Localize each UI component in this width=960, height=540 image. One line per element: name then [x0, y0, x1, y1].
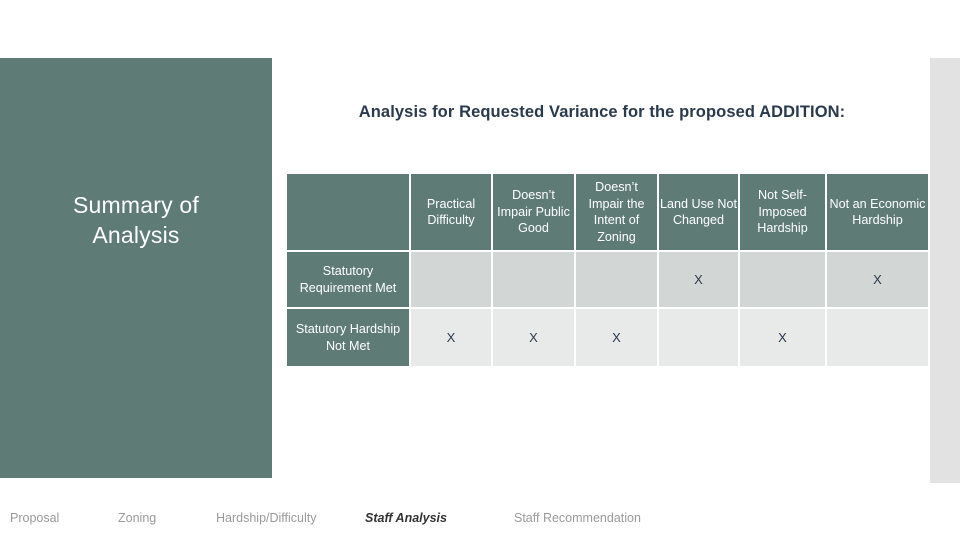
row-header-statutory-hardship-not-met: Statutory Hardship Not Met	[287, 309, 409, 366]
cell-notmet-practical-difficulty: X	[411, 309, 491, 366]
nav-item-zoning[interactable]: Zoning	[118, 508, 156, 528]
cell-notmet-intent-of-zoning: X	[576, 309, 657, 366]
cell-notmet-public-good: X	[493, 309, 574, 366]
column-header-public-good: Doesn’t Impair Public Good	[493, 174, 574, 250]
column-header-not-economic-hardship: Not an Economic Hardship	[827, 174, 928, 250]
column-header-land-use-not-changed: Land Use Not Changed	[659, 174, 738, 250]
nav-item-staff-analysis[interactable]: Staff Analysis	[365, 508, 447, 528]
cell-met-not-economic-hardship: X	[827, 252, 928, 307]
cell-notmet-land-use-not-changed	[659, 309, 738, 366]
right-accent-bar	[930, 58, 960, 483]
analysis-table: Practical Difficulty Doesn’t Impair Publ…	[285, 172, 930, 368]
nav-item-staff-recommendation[interactable]: Staff Recommendation	[514, 508, 641, 528]
cell-met-practical-difficulty	[411, 252, 491, 307]
cell-met-public-good	[493, 252, 574, 307]
cell-met-not-self-imposed-hardship	[740, 252, 825, 307]
table-corner-cell	[287, 174, 409, 250]
cell-met-intent-of-zoning	[576, 252, 657, 307]
cell-notmet-not-economic-hardship	[827, 309, 928, 366]
column-header-intent-of-zoning: Doesn’t Impair the Intent of Zoning	[576, 174, 657, 250]
table-row: Statutory Hardship Not Met X X X X	[287, 309, 928, 366]
column-header-practical-difficulty: Practical Difficulty	[411, 174, 491, 250]
nav-item-hardship-difficulty[interactable]: Hardship/Difficulty	[216, 508, 317, 528]
column-header-not-self-imposed-hardship: Not Self-Imposed Hardship	[740, 174, 825, 250]
bottom-nav: Proposal Zoning Hardship/Difficulty Staf…	[0, 508, 960, 540]
table-row: Statutory Requirement Met X X	[287, 252, 928, 307]
sidebar-panel	[0, 58, 272, 478]
cell-notmet-not-self-imposed-hardship: X	[740, 309, 825, 366]
table-header-row: Practical Difficulty Doesn’t Impair Publ…	[287, 174, 928, 250]
sidebar-title: Summary of Analysis	[73, 192, 199, 248]
cell-met-land-use-not-changed: X	[659, 252, 738, 307]
nav-item-proposal[interactable]: Proposal	[10, 508, 59, 528]
page-title: Analysis for Requested Variance for the …	[358, 103, 846, 121]
row-header-statutory-requirement-met: Statutory Requirement Met	[287, 252, 409, 307]
